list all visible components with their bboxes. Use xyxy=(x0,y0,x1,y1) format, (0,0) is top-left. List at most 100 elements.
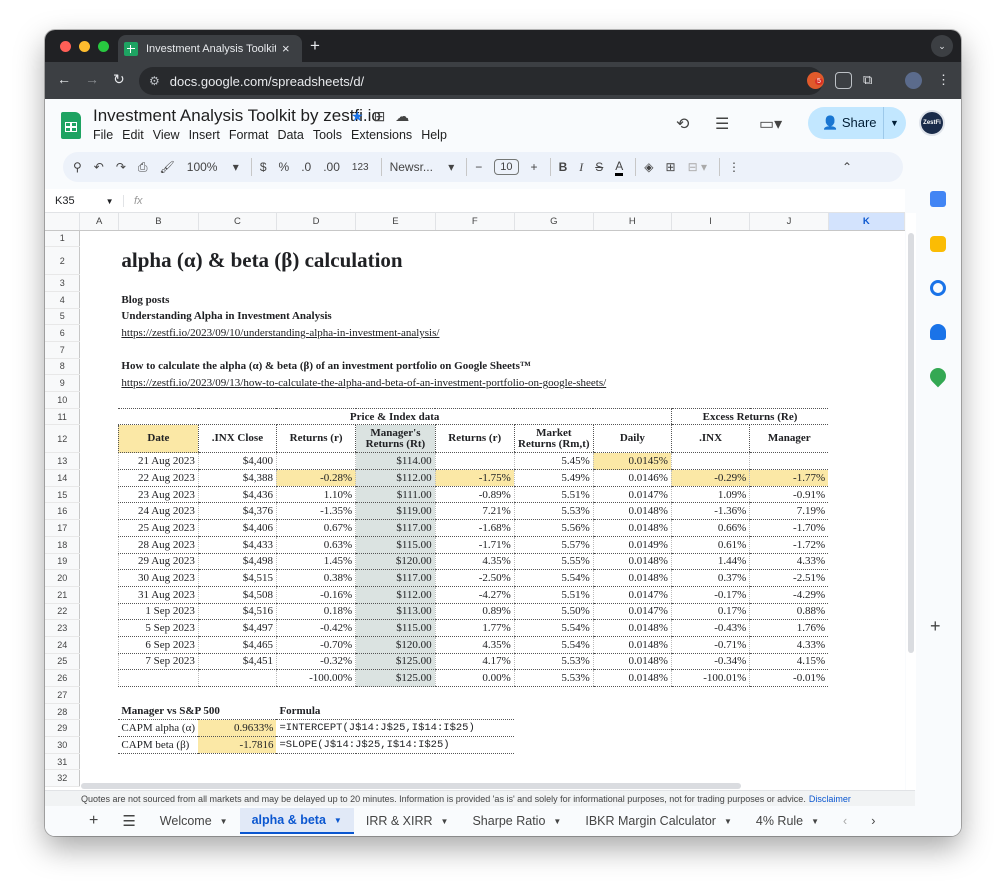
row-number[interactable]: 25 xyxy=(45,653,81,671)
table-cell[interactable]: 1.76% xyxy=(749,619,829,637)
cell[interactable] xyxy=(356,392,435,409)
post2-link[interactable]: https://zestfi.io/2023/09/13/how-to-calc… xyxy=(118,375,904,392)
cell[interactable] xyxy=(80,408,119,425)
table-cell[interactable]: 5.51% xyxy=(513,486,594,504)
url-field[interactable]: ⚙ docs.google.com/spreadsheets/d/ xyxy=(139,67,823,95)
version-history-icon[interactable]: ⟲ xyxy=(676,114,689,134)
beta-formula[interactable]: =SLOPE(J$14:J$25,I$14:I$25) xyxy=(276,736,515,754)
row-number[interactable]: 22 xyxy=(45,603,81,621)
merge-cells-icon[interactable]: ⊟ ▾ xyxy=(688,160,707,174)
cell[interactable] xyxy=(276,275,355,292)
table-cell[interactable]: $4,516 xyxy=(197,603,277,621)
cell[interactable] xyxy=(593,341,671,358)
cell[interactable] xyxy=(80,520,119,537)
table-cell[interactable]: $120.00 xyxy=(355,553,436,571)
column-header-h[interactable]: H xyxy=(593,213,672,231)
table-cell[interactable]: 5.56% xyxy=(513,519,594,537)
table-cell[interactable]: 0.61% xyxy=(670,536,750,554)
post1-title[interactable]: Understanding Alpha in Investment Analys… xyxy=(118,308,904,325)
cell[interactable] xyxy=(80,291,119,308)
table-cell[interactable]: 0.0147% xyxy=(592,603,672,621)
cell[interactable] xyxy=(80,536,119,553)
table-cell[interactable]: -1.35% xyxy=(275,502,356,521)
row-number[interactable]: 26 xyxy=(45,669,81,687)
cell[interactable] xyxy=(118,275,198,292)
cell[interactable] xyxy=(198,230,276,247)
cell[interactable] xyxy=(593,753,671,770)
menu-tools[interactable]: Tools xyxy=(313,128,342,142)
alpha-formula[interactable]: =INTERCEPT(J$14:J$25,I$14:I$25) xyxy=(276,719,515,738)
cell[interactable] xyxy=(828,425,904,453)
tab-search-chevron-icon[interactable]: ⌄ xyxy=(931,35,953,57)
menu-format[interactable]: Format xyxy=(229,128,269,142)
table-cell[interactable]: 5.55% xyxy=(513,553,594,571)
share-dropdown-chevron-icon[interactable]: ▼ xyxy=(883,107,899,139)
row-number[interactable]: 18 xyxy=(45,536,81,554)
maps-icon[interactable] xyxy=(926,364,950,388)
table-cell[interactable]: $117.00 xyxy=(355,519,436,537)
column-header-j[interactable]: J xyxy=(749,213,829,231)
table-cell[interactable]: 1.77% xyxy=(434,619,515,637)
row-number[interactable]: 16 xyxy=(45,502,81,521)
cell[interactable] xyxy=(828,392,904,409)
row-number[interactable]: 14 xyxy=(45,469,81,487)
table-cell[interactable] xyxy=(749,452,829,471)
table-cell[interactable]: 25 Aug 2023 xyxy=(117,519,199,537)
column-header-i[interactable]: I xyxy=(671,213,751,231)
number-format-button[interactable]: 123 xyxy=(352,162,369,173)
cell[interactable] xyxy=(276,230,355,247)
cell[interactable] xyxy=(593,687,671,704)
cell[interactable] xyxy=(356,275,435,292)
column-header-a[interactable]: A xyxy=(79,213,119,231)
table-cell[interactable]: -1.75% xyxy=(434,469,515,487)
cell[interactable] xyxy=(80,247,119,275)
table-cell[interactable]: -100.01% xyxy=(670,669,750,687)
table-cell[interactable]: $114.00 xyxy=(355,452,436,471)
borders-icon[interactable]: ⊞ xyxy=(666,160,676,174)
table-cell[interactable]: 4.17% xyxy=(434,653,515,671)
cell[interactable] xyxy=(828,653,904,670)
table-cell[interactable]: 22 Aug 2023 xyxy=(117,469,199,487)
cell[interactable] xyxy=(750,753,828,770)
table-cell[interactable]: 0.0147% xyxy=(592,486,672,504)
tasks-icon[interactable] xyxy=(930,280,946,296)
cell[interactable] xyxy=(828,687,904,704)
table-cell[interactable]: 0.37% xyxy=(670,569,750,587)
cell[interactable] xyxy=(828,536,904,553)
cell[interactable] xyxy=(828,341,904,358)
sheet-tab-irr-xirr[interactable]: IRR & XIRR ▼ xyxy=(354,808,461,834)
cell[interactable] xyxy=(671,720,749,737)
reload-icon[interactable]: ↻ xyxy=(113,71,125,88)
table-cell[interactable]: 7.21% xyxy=(434,502,515,521)
sheet-tab-welcome[interactable]: Welcome ▼ xyxy=(148,808,240,834)
menu-extensions[interactable]: Extensions xyxy=(351,128,412,142)
table-cell[interactable]: $112.00 xyxy=(355,469,436,487)
table-cell[interactable]: 0.0148% xyxy=(592,553,672,571)
table-header[interactable]: Manager's Returns (Rt) xyxy=(355,424,436,454)
table-cell[interactable]: 5.53% xyxy=(513,669,594,687)
excess-returns-group-header[interactable]: Excess Returns (Re) xyxy=(670,407,829,426)
table-cell[interactable]: 5 Sep 2023 xyxy=(117,619,199,637)
font-select[interactable]: Newsr... ▾ xyxy=(390,160,455,174)
browser-menu-icon[interactable]: ⋮ xyxy=(937,72,954,89)
horizontal-scroll-thumb[interactable] xyxy=(81,783,741,789)
table-cell[interactable]: 5.45% xyxy=(513,452,594,471)
table-cell[interactable]: $117.00 xyxy=(355,569,436,587)
row-number[interactable]: 30 xyxy=(45,736,81,754)
table-cell[interactable]: -0.89% xyxy=(434,486,515,504)
keep-icon[interactable] xyxy=(930,236,946,252)
bold-icon[interactable]: B xyxy=(559,160,568,174)
table-cell[interactable]: -1.68% xyxy=(434,519,515,537)
row-number[interactable]: 7 xyxy=(45,341,81,359)
row-number[interactable]: 3 xyxy=(45,274,81,292)
table-cell[interactable]: -2.50% xyxy=(434,569,515,587)
fill-color-icon[interactable]: ◈ xyxy=(644,160,653,174)
cell[interactable] xyxy=(828,275,904,292)
row-number[interactable]: 32 xyxy=(45,769,81,788)
row-number[interactable]: 21 xyxy=(45,586,81,604)
table-cell[interactable]: -0.28% xyxy=(275,469,356,487)
table-cell[interactable]: -2.51% xyxy=(749,569,829,587)
row-number[interactable]: 19 xyxy=(45,553,81,571)
cell[interactable] xyxy=(514,392,593,409)
cell[interactable] xyxy=(356,753,435,770)
